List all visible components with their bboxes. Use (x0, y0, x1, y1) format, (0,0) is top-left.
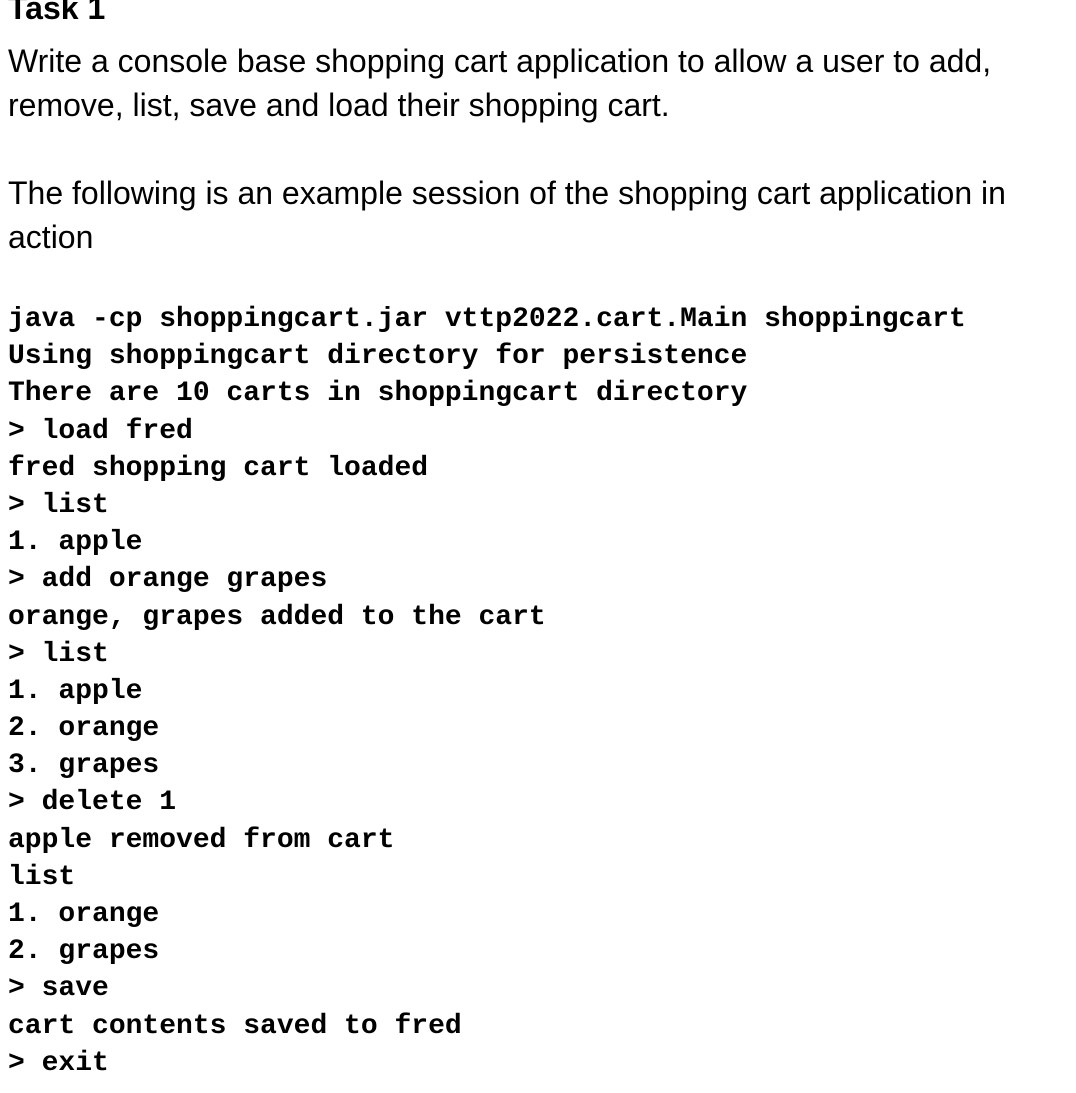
session-line: > load fred (8, 415, 193, 447)
task-title: Task 1 (8, 0, 106, 26)
session-line: cart contents saved to fred (8, 1010, 462, 1042)
session-line: 2. grapes (8, 936, 160, 968)
session-line: 1. apple (8, 527, 143, 559)
session-line: orange, grapes added to the cart (8, 601, 546, 633)
session-line: > list (8, 489, 109, 521)
example-introduction: The following is an example session of t… (8, 175, 1006, 255)
session-line: > list (8, 638, 109, 670)
session-line: 3. grapes (8, 750, 160, 782)
session-line: fred shopping cart loaded (8, 452, 429, 484)
session-line: apple removed from cart (8, 824, 395, 856)
session-line: 1. orange (8, 899, 160, 930)
task-description: Write a console base shopping cart appli… (8, 43, 992, 123)
session-line: > delete 1 (8, 787, 177, 819)
session-line: java -cp shoppingcart.jar vttp2022.cart.… (8, 304, 966, 335)
session-line: Using shoppingcart directory for persist… (8, 341, 748, 373)
session-line: > exit (8, 1047, 109, 1079)
session-line: 1. apple (8, 675, 143, 707)
session-line: list (8, 861, 76, 893)
session-line: 2. orange (8, 713, 160, 745)
example-session: java -cp shoppingcart.jar vttp2022.cart.… (8, 301, 1068, 1082)
session-line: > add orange grapes (8, 564, 328, 596)
document-page: Task 1 Write a console base shopping car… (8, 0, 1068, 1082)
session-line: > save (8, 973, 109, 1005)
session-line: There are 10 carts in shoppingcart direc… (8, 378, 748, 410)
